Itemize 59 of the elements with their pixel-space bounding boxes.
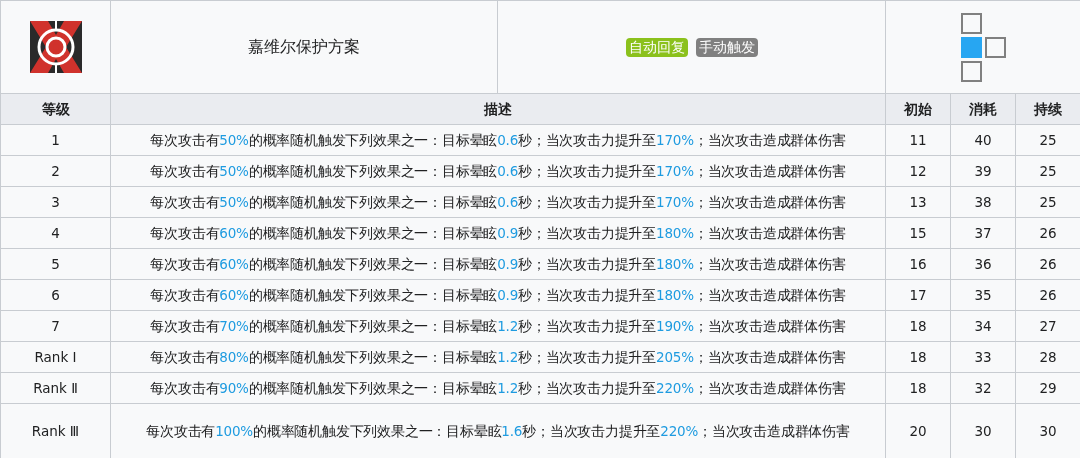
table-cell: 30 <box>950 403 1016 458</box>
skill-name: 嘉维尔保护方案 <box>248 36 360 58</box>
table-cell: 每次攻击有100%的概率随机触发下列效果之一：目标晕眩1.6秒；当次攻击力提升至220%；当次攻击造成群体伤害 <box>110 403 886 458</box>
table-cell: 39 <box>950 155 1016 187</box>
table-cell: 18 <box>885 372 951 404</box>
column-header: 消耗 <box>950 93 1016 125</box>
table-cell: 每次攻击有60%的概率随机触发下列效果之一：目标晕眩0.9秒；当次攻击力提升至180%；当次攻击造成群体伤害 <box>110 248 886 280</box>
table-cell: 2 <box>0 155 111 187</box>
table-cell: Rank Ⅲ <box>0 403 111 458</box>
table-cell: 4 <box>0 217 111 249</box>
table-cell: 16 <box>885 248 951 280</box>
column-header: 等级 <box>0 93 111 125</box>
table-cell: 27 <box>1015 310 1080 342</box>
table-cell: 33 <box>950 341 1016 373</box>
table-cell: 18 <box>885 341 951 373</box>
table-cell: 每次攻击有60%的概率随机触发下列效果之一：目标晕眩0.9秒；当次攻击力提升至180%；当次攻击造成群体伤害 <box>110 217 886 249</box>
table-cell: 每次攻击有50%的概率随机触发下列效果之一：目标晕眩0.6秒；当次攻击力提升至170%；当次攻击造成群体伤害 <box>110 155 886 187</box>
table-cell: 3 <box>0 186 111 218</box>
table-cell: Rank Ⅰ <box>0 341 111 373</box>
table-cell: Rank Ⅱ <box>0 372 111 404</box>
column-header: 初始 <box>885 93 951 125</box>
table-cell: 7 <box>0 310 111 342</box>
tag: 手动触发 <box>695 37 758 57</box>
table-cell: 1 <box>0 124 111 156</box>
table-cell: 每次攻击有80%的概率随机触发下列效果之一：目标晕眩1.2秒；当次攻击力提升至205%；当次攻击造成群体伤害 <box>110 341 886 373</box>
table-cell: 25 <box>1015 155 1080 187</box>
table-cell: 35 <box>950 279 1016 311</box>
table-cell: 每次攻击有50%的概率随机触发下列效果之一：目标晕眩0.6秒；当次攻击力提升至170%；当次攻击造成群体伤害 <box>110 124 886 156</box>
table-cell: 12 <box>885 155 951 187</box>
table-cell: 29 <box>1015 372 1080 404</box>
table-cell: 40 <box>950 124 1016 156</box>
table-cell: 30 <box>1015 403 1080 458</box>
table-cell: 6 <box>0 279 111 311</box>
table-cell: 34 <box>950 310 1016 342</box>
table-cell: 每次攻击有50%的概率随机触发下列效果之一：目标晕眩0.6秒；当次攻击力提升至170%；当次攻击造成群体伤害 <box>110 186 886 218</box>
table-cell: 每次攻击有70%的概率随机触发下列效果之一：目标晕眩1.2秒；当次攻击力提升至190%；当次攻击造成群体伤害 <box>110 310 886 342</box>
table-cell: 25 <box>1015 186 1080 218</box>
table-cell: 13 <box>885 186 951 218</box>
emblem-icon <box>29 21 82 73</box>
table-cell: 15 <box>885 217 951 249</box>
table-cell: 17 <box>885 279 951 311</box>
table-cell: 每次攻击有90%的概率随机触发下列效果之一：目标晕眩1.2秒；当次攻击力提升至220%；当次攻击造成群体伤害 <box>110 372 886 404</box>
table-cell: 25 <box>1015 124 1080 156</box>
table-cell: 32 <box>950 372 1016 404</box>
table-cell: 20 <box>885 403 951 458</box>
table-cell: 36 <box>950 248 1016 280</box>
column-header: 描述 <box>110 93 886 125</box>
column-header: 持续 <box>1015 93 1080 125</box>
table-cell: 26 <box>1015 248 1080 280</box>
table-cell: 5 <box>0 248 111 280</box>
tag: 自动回复 <box>625 37 688 57</box>
table-cell: 28 <box>1015 341 1080 373</box>
table-cell: 每次攻击有60%的概率随机触发下列效果之一：目标晕眩0.9秒；当次攻击力提升至180%；当次攻击造成群体伤害 <box>110 279 886 311</box>
table-cell: 11 <box>885 124 951 156</box>
table-cell: 18 <box>885 310 951 342</box>
table-cell: 26 <box>1015 279 1080 311</box>
table-cell: 37 <box>950 217 1016 249</box>
table-cell: 26 <box>1015 217 1080 249</box>
table-cell: 38 <box>950 186 1016 218</box>
